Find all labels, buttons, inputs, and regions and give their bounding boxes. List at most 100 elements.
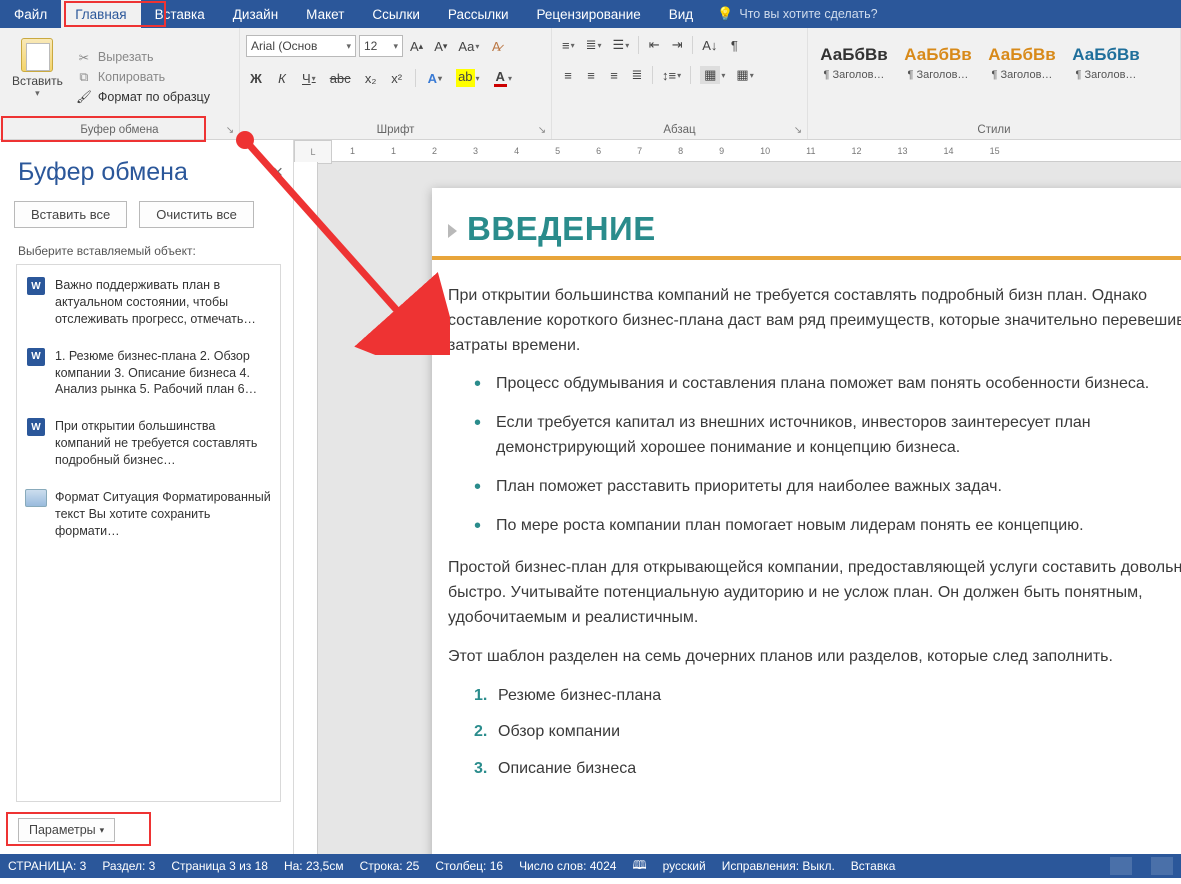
number-list-button[interactable]: ≣▾ (582, 34, 606, 56)
status-line[interactable]: Строка: 25 (360, 859, 420, 873)
style-card-1[interactable]: АаБбВв ¶ Заголов… (898, 32, 978, 94)
params-button[interactable]: Параметры▾ (18, 818, 115, 842)
clear-all-button[interactable]: Очистить все (139, 201, 254, 228)
align-left-button[interactable]: ≡ (558, 64, 578, 86)
pane-hint: Выберите вставляемый объект: (0, 234, 293, 264)
status-track[interactable]: Исправления: Выкл. (722, 859, 835, 873)
word-icon: W (25, 277, 47, 299)
doc-ol-0: Резюме бизнес-плана (474, 684, 1181, 709)
status-column[interactable]: Столбец: 16 (435, 859, 503, 873)
status-words[interactable]: Число слов: 4024 (519, 859, 616, 873)
paste-button[interactable]: Вставить ▾ (6, 32, 69, 122)
doc-numbered-list: Резюме бизнес-плана Обзор компании Описа… (474, 684, 1181, 782)
doc-paragraph-3: Этот шаблон разделен на семь дочерних пл… (448, 645, 1181, 670)
doc-bullet-3: По мере роста компании план помогает нов… (474, 514, 1181, 539)
font-color-button[interactable]: A▾ (490, 67, 516, 89)
tell-me-box[interactable]: 💡 Что вы хотите сделать? (707, 0, 887, 28)
style-card-3[interactable]: АаБбВв ¶ Заголов… (1066, 32, 1146, 94)
clear-format-button[interactable]: A̷ (486, 35, 506, 57)
change-case-button[interactable]: Aa▾ (454, 35, 483, 57)
bold-button[interactable]: Ж (246, 67, 266, 89)
indent-increase-button[interactable]: ⇥ (667, 34, 687, 56)
styles-gallery[interactable]: АаБбВв ¶ Заголов… АаБбВв ¶ Заголов… АаБб… (814, 32, 1146, 122)
italic-button[interactable]: К (272, 67, 292, 89)
multilevel-list-button[interactable]: ☰▾ (609, 34, 634, 56)
tab-review[interactable]: Рецензирование (523, 0, 655, 28)
status-lang[interactable]: русский (663, 859, 706, 873)
clip-item-1[interactable]: W 1. Резюме бизнес-плана 2. Обзор компан… (21, 342, 276, 405)
clipboard-pane: Буфер обмена × Вставить все Очистить все… (0, 140, 294, 854)
show-marks-button[interactable]: ¶ (724, 34, 744, 56)
clip-item-2[interactable]: W При открытии большинства компаний не т… (21, 412, 276, 475)
indent-decrease-button[interactable]: ⇤ (644, 34, 664, 56)
tab-mailings[interactable]: Рассылки (434, 0, 523, 28)
paste-all-button[interactable]: Вставить все (14, 201, 127, 228)
clipboard-dialog-launcher[interactable]: ↘ (224, 124, 236, 136)
status-at[interactable]: На: 23,5см (284, 859, 344, 873)
document-page[interactable]: ВВЕДЕНИЕ При открытии большинства компан… (432, 188, 1181, 854)
status-bar: СТРАНИЦА: 3 Раздел: 3 Страница 3 из 18 Н… (0, 854, 1181, 878)
status-page-of[interactable]: Страница 3 из 18 (171, 859, 268, 873)
status-page[interactable]: СТРАНИЦА: 3 (8, 859, 86, 873)
align-center-button[interactable]: ≡ (581, 64, 601, 86)
tab-layout[interactable]: Макет (292, 0, 358, 28)
grow-font-button[interactable]: A▴ (406, 35, 427, 57)
collapse-heading-icon[interactable] (448, 224, 457, 238)
justify-button[interactable]: ≣ (627, 64, 647, 86)
highlight-button[interactable]: ab▾ (452, 67, 483, 89)
font-dialog-launcher[interactable]: ↘ (536, 124, 548, 136)
tab-view[interactable]: Вид (655, 0, 707, 28)
format-painter-icon: 🖌 (76, 89, 92, 105)
paragraph-dialog-launcher[interactable]: ↘ (792, 124, 804, 136)
cut-button[interactable]: ✂ Вырезать (73, 48, 213, 66)
strike-button[interactable]: abc (326, 67, 355, 89)
shading-button[interactable]: ▦▾ (696, 64, 729, 86)
shrink-font-button[interactable]: A▾ (430, 35, 451, 57)
doc-paragraph-1: При открытии большинства компаний не тре… (448, 284, 1181, 358)
doc-paragraph-2: Простой бизнес-план для открывающейся ко… (448, 556, 1181, 630)
status-section[interactable]: Раздел: 3 (102, 859, 155, 873)
paragraph-group-label: Абзац (552, 122, 807, 139)
clip-item-3[interactable]: Формат Ситуация Форматированный текст Вы… (21, 483, 276, 546)
sort-button[interactable]: A↓ (698, 34, 721, 56)
font-group-label: Шрифт (240, 122, 551, 139)
clip-item-0[interactable]: W Важно поддерживать план в актуальном с… (21, 271, 276, 334)
font-size-combo[interactable]: 12▾ (359, 35, 403, 57)
tab-insert[interactable]: Вставка (141, 0, 219, 28)
paste-icon (21, 38, 53, 72)
view-read-button[interactable] (1110, 857, 1132, 875)
main-area: Буфер обмена × Вставить все Очистить все… (0, 140, 1181, 854)
font-name-value: Arial (Основ (251, 39, 317, 53)
superscript-button[interactable]: x² (387, 67, 407, 89)
tell-me-label: Что вы хотите сделать? (739, 7, 877, 21)
view-print-button[interactable] (1151, 857, 1173, 875)
doc-bullet-0: Процесс обдумывания и составления плана … (474, 372, 1181, 397)
align-right-button[interactable]: ≡ (604, 64, 624, 86)
ruler-corner[interactable]: L (294, 140, 332, 164)
style-card-2[interactable]: АаБбВв ¶ Заголов… (982, 32, 1062, 94)
copy-button[interactable]: ⧉ Копировать (73, 68, 213, 86)
status-insert[interactable]: Вставка (851, 859, 896, 873)
bullet-list-button[interactable]: ≡▾ (558, 34, 579, 56)
underline-button[interactable]: Ч▾ (298, 67, 320, 89)
borders-button[interactable]: ▦▾ (732, 64, 757, 86)
font-size-value: 12 (364, 39, 377, 53)
tab-home[interactable]: Главная (61, 0, 140, 28)
group-paragraph: ≡▾ ≣▾ ☰▾ ⇤ ⇥ A↓ ¶ ≡ ≡ ≡ ≣ ↕≡▾ ▦▾ ▦▾ (552, 28, 808, 139)
doc-bullet-2: План поможет расставить приоритеты для н… (474, 475, 1181, 500)
text-effects-button[interactable]: A▾ (424, 67, 446, 89)
vertical-ruler[interactable] (294, 162, 318, 854)
horizontal-ruler[interactable]: 1123456789101112131415 (332, 140, 1181, 162)
tab-references[interactable]: Ссылки (358, 0, 434, 28)
font-name-combo[interactable]: Arial (Основ▾ (246, 35, 356, 57)
tab-file[interactable]: Файл (0, 0, 61, 28)
format-painter-button[interactable]: 🖌 Формат по образцу (73, 88, 213, 106)
tab-design[interactable]: Дизайн (219, 0, 292, 28)
subscript-button[interactable]: x₂ (361, 67, 381, 89)
pane-close-button[interactable]: × (272, 162, 283, 183)
cut-label: Вырезать (98, 50, 154, 64)
line-spacing-button[interactable]: ↕≡▾ (658, 64, 685, 86)
status-proofing-icon[interactable]: 🕮 (632, 856, 646, 877)
style-card-0[interactable]: АаБбВв ¶ Заголов… (814, 32, 894, 94)
document-area: L 1123456789101112131415 ВВЕДЕНИЕ При от… (294, 140, 1181, 854)
